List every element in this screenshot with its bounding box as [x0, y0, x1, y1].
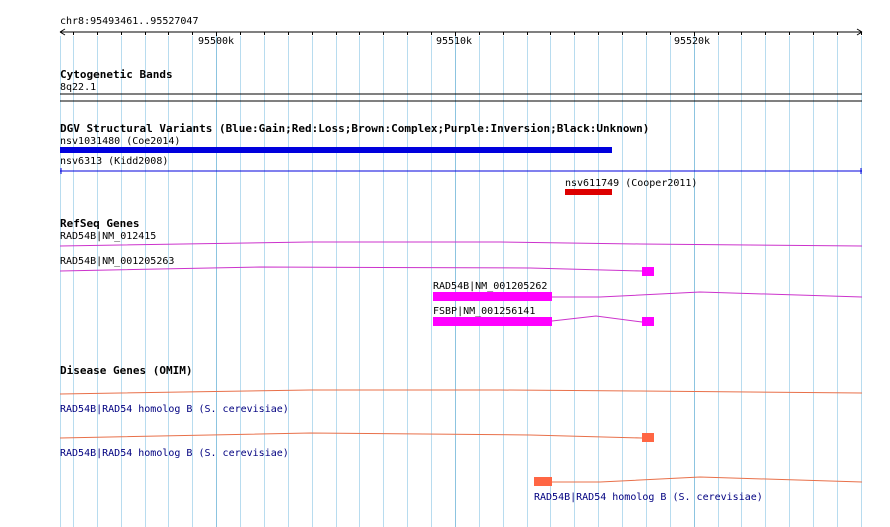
refseq-transcript[interactable]	[551, 315, 643, 323]
track-title-omim: Disease Genes (OMIM)	[60, 364, 192, 377]
track-title-dgv: DGV Structural Variants (Blue:Gain;Red:L…	[60, 122, 649, 135]
refseq-exon[interactable]	[642, 317, 654, 326]
cytoband-label[interactable]: 8q22.1	[60, 82, 96, 93]
refseq-gene-label: RAD54B|NM_001205263	[60, 256, 174, 267]
omim-gene-line[interactable]	[59, 432, 643, 439]
omim-exon[interactable]	[642, 433, 654, 442]
track-title-cytoband: Cytogenetic Bands	[60, 68, 173, 81]
refseq-gene-label: RAD54B|NM_001205262	[433, 281, 547, 292]
refseq-gene-label: FSBP|NM_001256141	[433, 306, 535, 317]
dgv-feature-nsv1031480[interactable]	[60, 147, 612, 153]
omim-gene-label[interactable]: RAD54B|RAD54 homolog B (S. cerevisiae)	[60, 448, 289, 459]
refseq-exon[interactable]	[642, 267, 654, 276]
ruler-tick-label: 95500k	[198, 36, 234, 47]
omim-gene-label[interactable]: RAD54B|RAD54 homolog B (S. cerevisiae)	[534, 492, 763, 503]
refseq-gene-label: RAD54B|NM_012415	[60, 231, 156, 242]
refseq-exon[interactable]	[433, 292, 552, 301]
refseq-transcript[interactable]	[59, 266, 643, 272]
ruler-tick-label: 95510k	[436, 36, 472, 47]
ruler-tick-label: 95520k	[674, 36, 710, 47]
omim-exon[interactable]	[534, 477, 552, 486]
dgv-feature-label: nsv1031480 (Coe2014)	[60, 136, 180, 147]
dgv-feature-nsv611749[interactable]	[565, 189, 612, 195]
dgv-feature-label: nsv611749 (Cooper2011)	[565, 178, 697, 189]
omim-gene-label[interactable]: RAD54B|RAD54 homolog B (S. cerevisiae)	[60, 404, 289, 415]
dgv-feature-label: nsv6313 (Kidd2008)	[60, 156, 168, 167]
track-title-refseq: RefSeq Genes	[60, 217, 139, 230]
region-label: chr8:95493461..95527047	[60, 16, 198, 27]
genome-browser-view: chr8:95493461..95527047 95500k 95510k 95…	[0, 0, 890, 527]
refseq-exon[interactable]	[433, 317, 552, 326]
